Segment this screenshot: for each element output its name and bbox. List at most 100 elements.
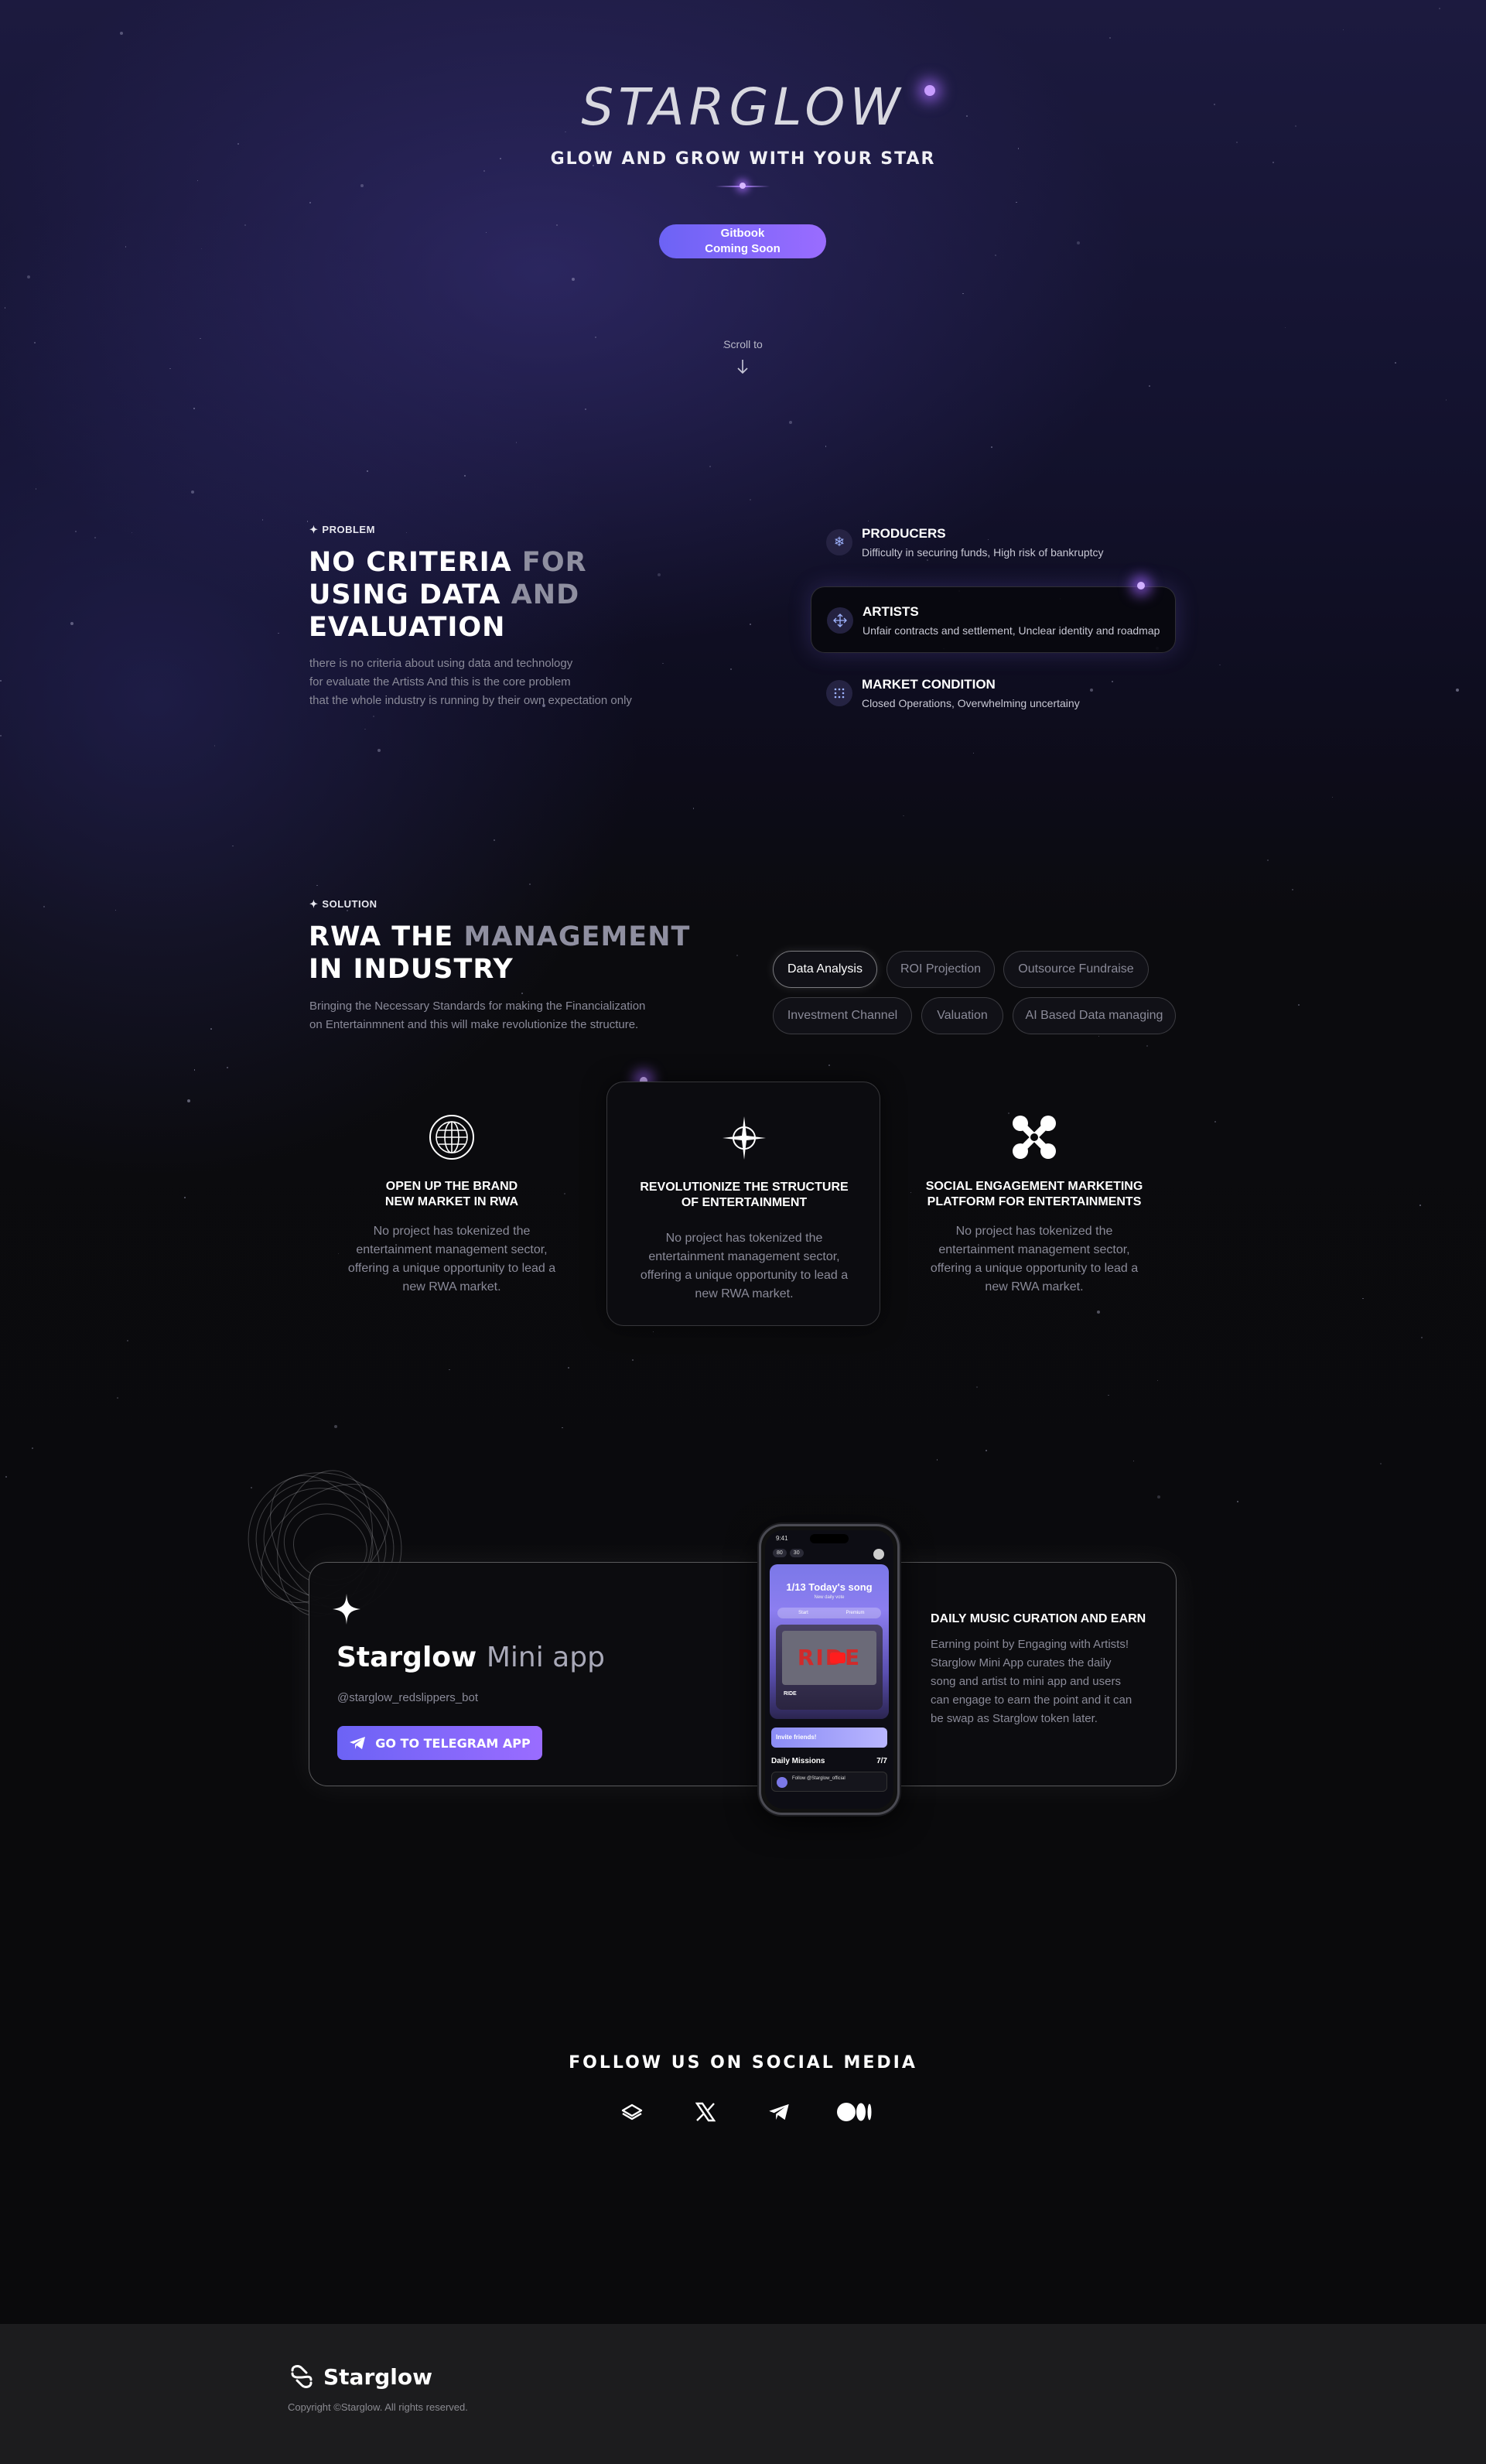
phone-tabs: Start Premium <box>777 1608 881 1618</box>
star-dot <box>463 474 466 477</box>
arrow-down-icon[interactable] <box>735 357 750 376</box>
feature-desc-line: offering a unique opportunity to lead a <box>640 1269 849 1282</box>
chip-investment-channel[interactable]: Investment Channel <box>773 997 912 1034</box>
feature-title-line: OF ENTERTAINMENT <box>681 1196 808 1209</box>
social-title: FOLLOW US ON SOCIAL MEDIA <box>569 2053 917 2073</box>
phone-song-sub: New daily vote <box>814 1595 845 1600</box>
chip-data-analysis[interactable]: Data Analysis <box>773 951 877 988</box>
feature-card-title: SOCIAL ENGAGEMENT MARKETING PLATFORM FOR … <box>897 1179 1171 1210</box>
chip-roi-projection[interactable]: ROI Projection <box>886 951 995 988</box>
feature-title-line: NEW MARKET IN RWA <box>384 1195 519 1208</box>
problem-item-producers[interactable]: ❄ PRODUCERS Difficulty in securing funds… <box>811 509 1176 576</box>
phone-pill: 80 <box>773 1549 787 1557</box>
star-dot <box>1267 859 1269 861</box>
problem-item-market-condition[interactable]: MARKET CONDITION Closed Operations, Over… <box>811 660 1176 726</box>
mini-app-desc-line: be swap as Starglow token later. <box>931 1712 1098 1725</box>
gitbook-icon[interactable] <box>617 2097 647 2127</box>
star-dot <box>1214 1121 1216 1123</box>
star-dot <box>1016 201 1017 203</box>
page-background: STARGLOW GLOW AND GROW WITH YOUR STAR Gi… <box>0 0 1486 2464</box>
star-dot <box>1439 8 1440 9</box>
star-dot <box>377 749 381 753</box>
solution-desc-line: on Entertainmnent and this will make rev… <box>309 1018 639 1031</box>
phone-invite-banner: Invite friends! <box>771 1728 887 1748</box>
play-icon <box>830 1652 845 1663</box>
star-dot <box>1098 1035 1100 1037</box>
star-dot <box>214 745 216 747</box>
star-dot <box>333 1425 337 1429</box>
footer-copyright: Copyright ©Starglow. All rights reserved… <box>288 2401 468 2413</box>
star-dot <box>1146 1045 1149 1047</box>
feature-desc-line: entertainment management sector, <box>938 1243 1130 1256</box>
hero-brand-logo: STARGLOW <box>581 77 905 137</box>
star-dot <box>360 183 364 187</box>
star-dot <box>658 573 661 577</box>
star-dot <box>114 909 117 911</box>
telegram-icon[interactable] <box>763 2097 794 2127</box>
star-dot <box>1284 326 1286 329</box>
star-dot <box>1235 142 1238 144</box>
scroll-hint[interactable]: Scroll to <box>0 338 1486 350</box>
star-dot <box>1108 1394 1109 1396</box>
feature-card-brand-market: OPEN UP THE BRAND NEW MARKET IN RWA No pr… <box>315 1082 589 1326</box>
problem-item-artists[interactable]: ARTISTS Unfair contracts and settlement,… <box>811 586 1176 653</box>
star-dot <box>367 470 369 472</box>
problem-title-part: EVALUATION <box>309 612 506 643</box>
phone-follow-icon <box>777 1777 787 1788</box>
star-dot <box>193 1069 196 1071</box>
star-dot <box>825 446 827 447</box>
chip-valuation[interactable]: Valuation <box>921 997 1003 1034</box>
footer-brand[interactable]: Starglow <box>288 2363 432 2391</box>
star-dot <box>662 662 664 665</box>
star-dot <box>972 752 975 754</box>
phone-video-card: RIDE RIDE <box>776 1625 883 1710</box>
star-dot <box>0 679 2 682</box>
star-dot <box>483 169 486 172</box>
star-dot <box>652 1331 654 1333</box>
star-dot <box>70 621 73 625</box>
star-dot <box>1331 796 1334 798</box>
feature-card-title: OPEN UP THE BRAND NEW MARKET IN RWA <box>315 1179 589 1210</box>
medium-icon[interactable] <box>837 2097 873 2127</box>
problem-item-desc: Closed Operations, Overwhelming uncertai… <box>862 697 1080 709</box>
star-dot <box>1291 889 1293 891</box>
problem-desc-line: for evaluate the Artists And this is the… <box>309 675 571 689</box>
phone-screen: 9:41 80 30 1/13 Today's song New daily v… <box>765 1530 893 1809</box>
x-icon[interactable] <box>690 2097 721 2127</box>
feature-desc-line: entertainment management sector, <box>356 1243 548 1256</box>
mini-app-handle: @starglow_redslippers_bot <box>337 1691 478 1704</box>
problem-section-label: ✦ PROBLEM <box>309 524 375 535</box>
phone-pills: 80 30 <box>773 1549 804 1557</box>
chip-ai-based-data-managing[interactable]: AI Based Data managing <box>1013 997 1176 1034</box>
phone-video-label: RIDE <box>784 1691 797 1697</box>
star-dot <box>1132 1460 1135 1462</box>
phone-tab: Start <box>798 1611 808 1615</box>
telegram-app-button[interactable]: GO TO TELEGRAM APP <box>337 1726 542 1760</box>
star-dot <box>828 1065 831 1067</box>
star-dot <box>193 408 195 409</box>
problem-item-title: ARTISTS <box>863 604 919 619</box>
mini-app-title: Starglow Mini app <box>336 1642 605 1673</box>
chip-outsource-fundraise[interactable]: Outsource Fundraise <box>1003 951 1149 988</box>
star-dot <box>449 1369 450 1371</box>
star-dot <box>1421 1336 1423 1338</box>
gitbook-button-sublabel: Coming Soon <box>705 242 781 255</box>
star-dot <box>1109 37 1111 39</box>
phone-pill: 30 <box>789 1549 804 1557</box>
solution-description: Bringing the Necessary Standards for mak… <box>309 997 645 1034</box>
feature-desc-line: offering a unique opportunity to lead a <box>347 1262 556 1275</box>
footer <box>0 2324 1486 2464</box>
star-dot <box>26 275 30 279</box>
star-dot <box>1419 1205 1422 1207</box>
mini-app-desc-line: song and artist to mini app and users <box>931 1675 1121 1688</box>
star-dot <box>244 224 246 226</box>
star-dot <box>485 231 487 233</box>
star-dot <box>32 1447 33 1450</box>
star-dot <box>521 993 523 994</box>
phone-song-title: 1/13 Today's song <box>786 1581 873 1593</box>
gitbook-button[interactable]: Gitbook Coming Soon <box>659 224 826 258</box>
star-dot <box>1456 688 1460 692</box>
solution-title-part: RWA THE <box>309 921 464 952</box>
star-dot <box>190 490 194 494</box>
star-dot <box>986 1449 988 1451</box>
